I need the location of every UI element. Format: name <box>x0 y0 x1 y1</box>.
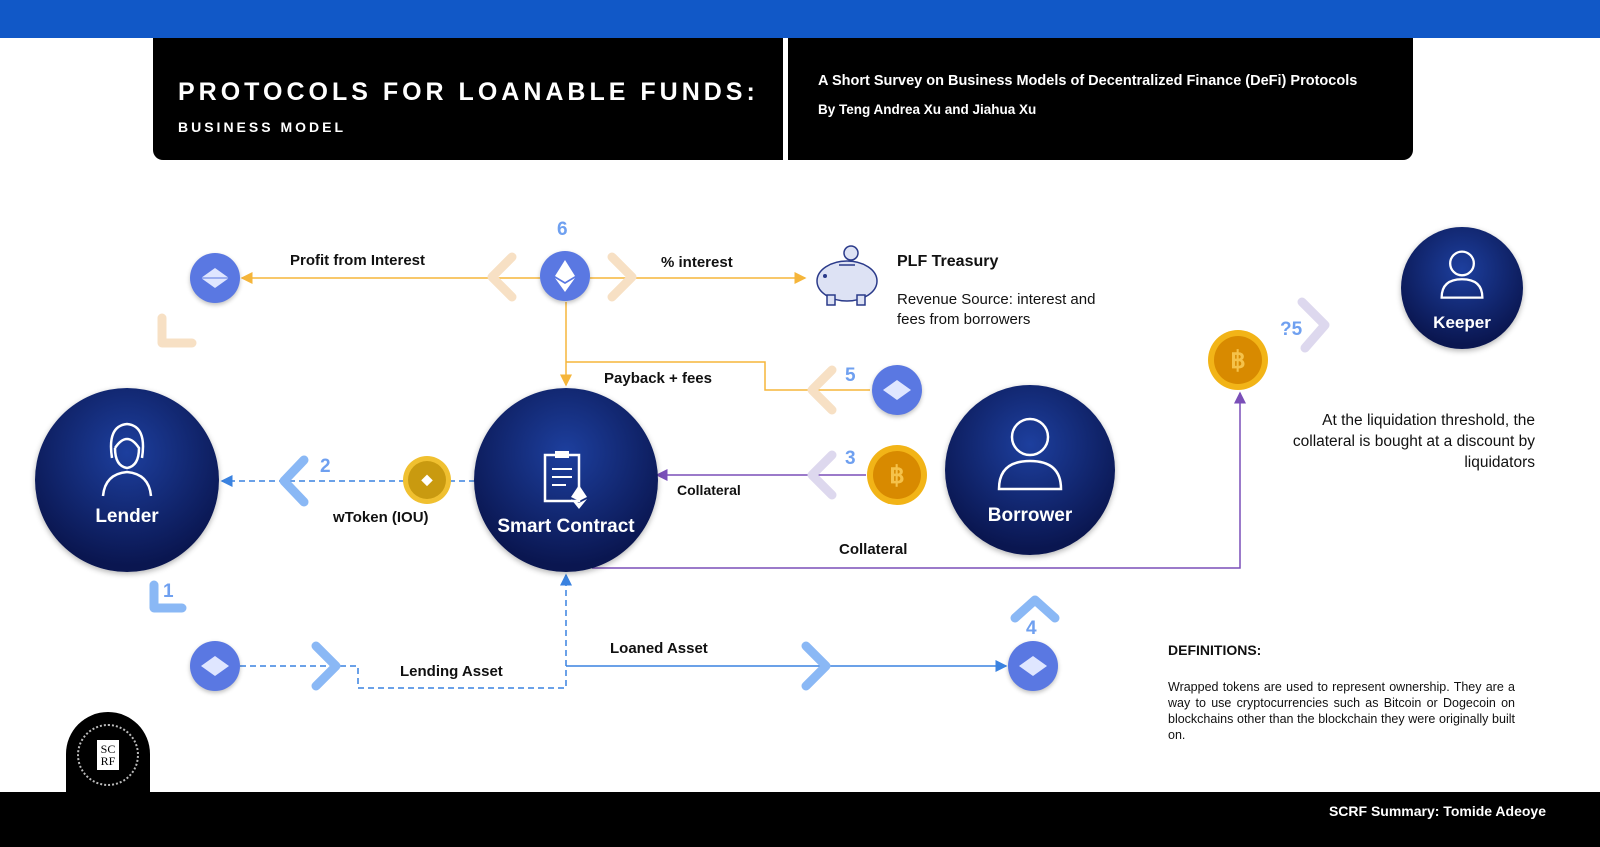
definitions-text: Wrapped tokens are used to represent own… <box>1168 680 1515 742</box>
wtoken-coin-icon: ◆ <box>403 456 451 504</box>
interest-label: % interest <box>661 254 733 271</box>
female-user-icon <box>101 422 153 497</box>
lender-label: Lender <box>95 506 159 527</box>
contract-document-icon <box>543 451 587 509</box>
step-3: 3 <box>845 448 856 469</box>
ethereum-coin-icon <box>540 251 590 301</box>
bitcoin-coin-icon: ฿ <box>867 445 927 505</box>
profit-from-interest-label: Profit from Interest <box>290 252 426 269</box>
step-1: 1 <box>163 581 174 602</box>
bitcoin-coin-icon: ฿ <box>1208 330 1268 390</box>
collateral-out-label: Collateral <box>839 541 908 558</box>
step-5: 5 <box>845 365 856 386</box>
definitions-title: DEFINITIONS: <box>1168 642 1262 658</box>
treasury-title: PLF Treasury <box>897 253 999 270</box>
loaned-asset-label: Loaned Asset <box>610 640 708 657</box>
treasury-description: Revenue Source: interest and fees from b… <box>897 291 1096 328</box>
ethereum-coin-icon <box>1008 641 1058 691</box>
lender-node: Lender <box>35 388 219 572</box>
ethereum-coin-icon <box>190 253 240 303</box>
smart-contract-node: Smart Contract <box>474 388 658 572</box>
footer-bar <box>0 792 1600 847</box>
user-icon <box>1440 250 1484 299</box>
step-2: 2 <box>320 456 331 477</box>
step-4: 4 <box>1026 618 1037 639</box>
payback-label: Payback + fees <box>604 370 712 387</box>
piggy-bank-icon <box>816 245 878 306</box>
keeper-node: Keeper <box>1401 227 1523 349</box>
wtoken-label: wToken (IOU) <box>333 509 429 526</box>
liquidation-note: At the liquidation threshold, the collat… <box>1292 412 1535 471</box>
borrower-node: Borrower <box>945 385 1115 555</box>
step-5-liquidation: ?5 <box>1280 319 1303 340</box>
borrower-label: Borrower <box>987 505 1073 526</box>
user-icon <box>997 417 1063 491</box>
smart-contract-label: Smart Contract <box>497 516 635 537</box>
ethereum-coin-icon <box>872 365 922 415</box>
ethereum-coin-icon <box>190 641 240 691</box>
keeper-label: Keeper <box>1433 313 1491 332</box>
lending-asset-label: Lending Asset <box>400 663 503 680</box>
footer-credit: SCRF Summary: Tomide Adeoye <box>1328 803 1546 819</box>
step-6: 6 <box>557 219 568 240</box>
collateral-in-label: Collateral <box>677 482 741 498</box>
